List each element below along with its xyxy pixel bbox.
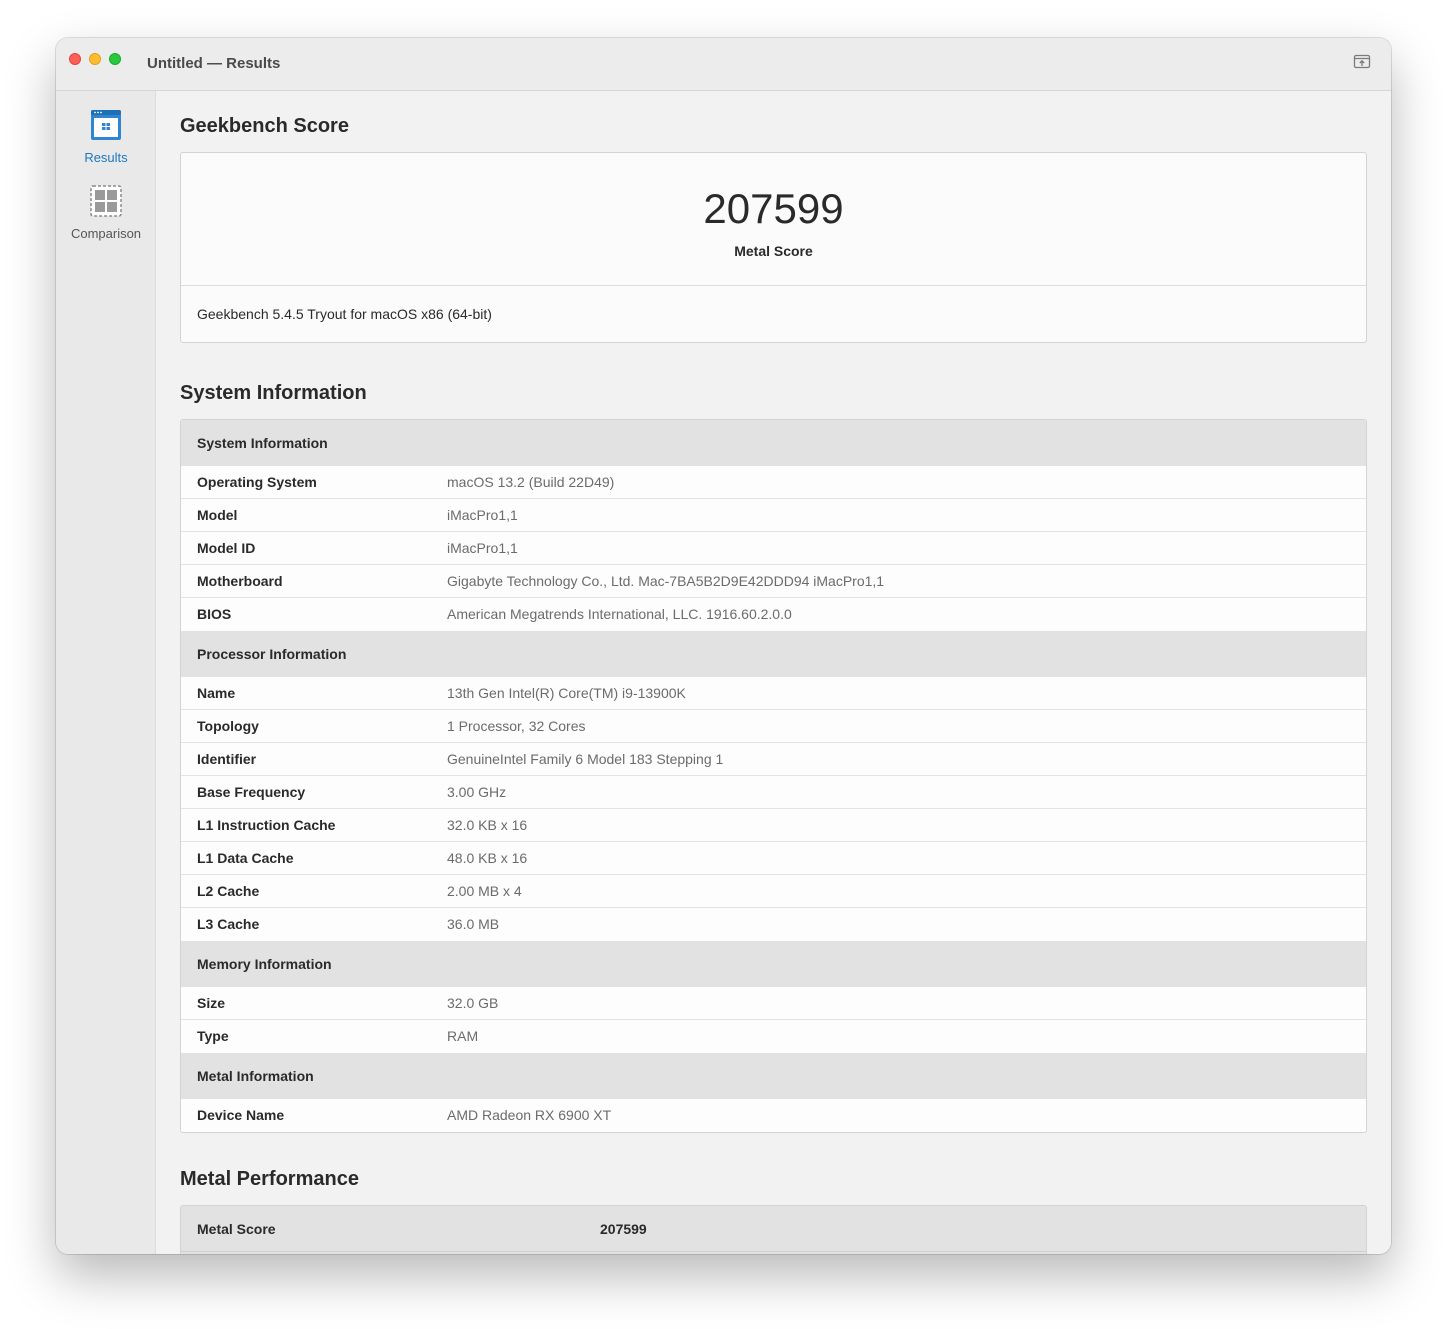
row-key: L1 Instruction Cache [197,817,336,833]
table-row: L1 Instruction Cache 32.0 KB x 16 [181,809,1366,842]
maximize-window-button[interactable] [109,53,121,65]
divider [181,1251,1366,1252]
row-key: Identifier [197,751,257,767]
sidebar-item-label: Results [84,150,128,165]
table-row: Base Frequency 3.00 GHz [181,776,1366,809]
table-row: Device Name AMD Radeon RX 6900 XT [181,1099,1366,1132]
row-key: Name [197,685,236,701]
share-icon[interactable] [1353,54,1371,70]
performance-table: Metal Score 207599 [180,1205,1367,1254]
row-key: L1 Data Cache [197,850,294,866]
results-content[interactable]: Geekbench Score 207599 Metal Score Geekb… [156,91,1391,1254]
group-header: Processor Information [181,631,1366,677]
row-value: 32.0 KB x 16 [447,817,528,833]
row-value: Gigabyte Technology Co., Ltd. Mac-7BA5B2… [447,573,885,589]
section-title-geekbench-score: Geekbench Score [180,115,349,137]
row-value: iMacPro1,1 [447,507,518,523]
row-value: macOS 13.2 (Build 22D49) [447,474,615,490]
comparison-icon [90,185,122,221]
table-row: L3 Cache 36.0 MB [181,908,1366,941]
table-row: L1 Data Cache 48.0 KB x 16 [181,842,1366,875]
row-key: Size [197,995,226,1011]
row-value: 48.0 KB x 16 [447,850,528,866]
table-row: BIOS American Megatrends International, L… [181,598,1366,631]
row-value: American Megatrends International, LLC. … [447,606,792,622]
row-value: 3.00 GHz [447,784,507,800]
row-value: 1 Processor, 32 Cores [447,718,586,734]
row-key: Type [197,1028,229,1044]
table-row: Topology 1 Processor, 32 Cores [181,710,1366,743]
table-row: L2 Cache 2.00 MB x 4 [181,875,1366,908]
version-text: Geekbench 5.4.5 Tryout for macOS x86 (64… [197,306,492,322]
row-key: Model [197,507,238,523]
row-value: 36.0 MB [447,916,500,932]
row-key: Device Name [197,1107,285,1123]
sidebar-item-label: Comparison [70,226,142,241]
table-row: Name 13th Gen Intel(R) Core(TM) i9-13900K [181,677,1366,710]
row-key: Base Frequency [197,784,306,800]
performance-score-value: 207599 [600,1221,647,1237]
table-row: Model iMacPro1,1 [181,499,1366,532]
row-value: 13th Gen Intel(R) Core(TM) i9-13900K [447,685,686,701]
row-key: Operating System [197,474,317,490]
row-key: Motherboard [197,573,283,589]
results-icon [90,110,122,145]
title-bar: Untitled — Results [56,38,1391,91]
group-header: Memory Information [181,941,1366,987]
sidebar-item-comparison[interactable]: Comparison [56,185,156,241]
sidebar-item-results[interactable]: Results [56,109,156,165]
table-row: Type RAM [181,1020,1366,1053]
minimize-window-button[interactable] [89,53,101,65]
score-label: Metal Score [734,243,813,259]
score-value: 207599 [703,185,844,232]
performance-score-key: Metal Score [197,1221,276,1237]
window-title: Untitled — Results [147,55,281,72]
table-row: Motherboard Gigabyte Technology Co., Ltd.… [181,565,1366,598]
row-value: iMacPro1,1 [447,540,518,556]
section-title-metal-performance: Metal Performance [180,1168,359,1190]
row-value: AMD Radeon RX 6900 XT [447,1107,612,1123]
table-row: Model ID iMacPro1,1 [181,532,1366,565]
row-value: 32.0 GB [447,995,499,1011]
row-key: Topology [197,718,259,734]
group-header: System Information [181,420,1366,466]
close-window-button[interactable] [69,53,81,65]
table-row: Size 32.0 GB [181,987,1366,1020]
divider [181,285,1366,286]
row-value: GenuineIntel Family 6 Model 183 Stepping… [447,751,724,767]
table-row: Operating System macOS 13.2 (Build 22D49) [181,466,1366,499]
row-key: L3 Cache [197,916,260,932]
section-title-system-information: System Information [180,382,367,404]
system-info-table: System Information Operating System macOS … [180,419,1367,1133]
table-row: Identifier GenuineIntel Family 6 Model 18… [181,743,1366,776]
app-window: Untitled — Results Results Comparison Ge… [56,38,1391,1254]
row-key: L2 Cache [197,883,260,899]
row-value: RAM [447,1028,479,1044]
group-header: Metal Information [181,1053,1366,1099]
score-card: 207599 Metal Score Geekbench 5.4.5 Tryou… [180,152,1367,343]
row-key: BIOS [197,606,232,622]
row-value: 2.00 MB x 4 [447,883,522,899]
row-key: Model ID [197,540,256,556]
sidebar: Results Comparison [56,91,156,1254]
